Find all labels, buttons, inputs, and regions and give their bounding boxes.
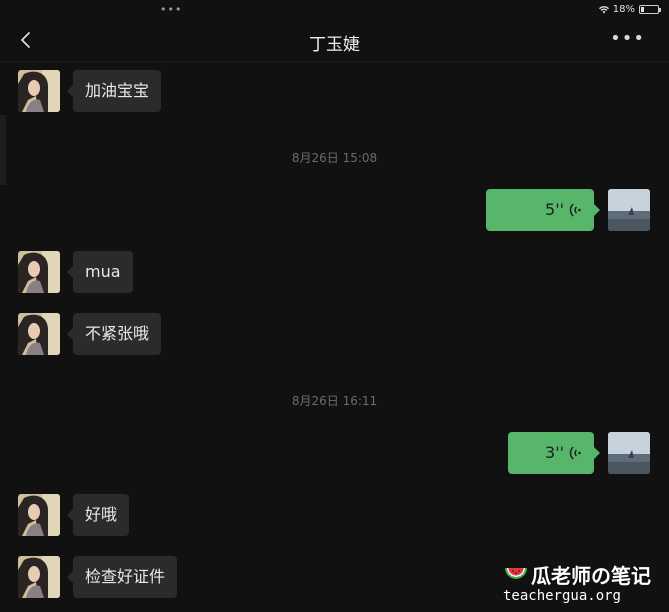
watermark-title: 瓜老师の笔记: [531, 564, 651, 588]
contact-avatar[interactable]: [18, 556, 60, 598]
incoming-message: 加油宝宝: [0, 70, 669, 112]
my-avatar[interactable]: [608, 432, 650, 474]
battery-percent: 18%: [612, 4, 635, 15]
outgoing-message: 5'': [0, 189, 669, 231]
contact-avatar[interactable]: [18, 313, 60, 355]
more-dots-icon[interactable]: •••: [610, 28, 645, 49]
wifi-icon: [598, 5, 609, 13]
voice-wave-icon: [569, 203, 581, 217]
voice-duration: 3'': [545, 443, 564, 462]
chat-header: 丁玉婕 •••: [0, 20, 669, 62]
incoming-message: mua: [0, 251, 669, 293]
multitask-dots[interactable]: •••: [160, 3, 182, 16]
incoming-message: 不紧张哦: [0, 313, 669, 355]
voice-wave-icon: [569, 446, 581, 460]
voice-duration: 5'': [545, 200, 564, 219]
voice-message-bubble[interactable]: 5'': [486, 189, 600, 231]
message-bubble[interactable]: 不紧张哦: [66, 313, 162, 355]
battery-icon: [639, 5, 661, 14]
watermelon-icon: [505, 567, 527, 579]
watermark-title-row: 瓜老师の笔记: [504, 560, 651, 589]
contact-avatar[interactable]: [18, 70, 60, 112]
voice-message-bubble[interactable]: 3'': [508, 432, 600, 474]
message-bubble[interactable]: 检查好证件: [66, 556, 178, 598]
message-bubble[interactable]: 好哦: [66, 494, 130, 536]
message-timestamp: 8月26日 15:08: [291, 151, 378, 165]
my-avatar[interactable]: [608, 189, 650, 231]
contact-avatar[interactable]: [18, 251, 60, 293]
status-indicators: 18%: [598, 4, 661, 15]
message-list[interactable]: 加油宝宝 8月26日 15:08 5'' mua 不紧张哦 8月26日 16:11 3'' 好…: [0, 62, 669, 612]
contact-avatar[interactable]: [18, 494, 60, 536]
message-bubble[interactable]: mua: [67, 251, 133, 293]
watermark: 瓜老师の笔记 teachergua.org: [481, 560, 651, 608]
outgoing-message: 3'': [0, 432, 669, 474]
battery-level: [641, 7, 644, 12]
watermark-url: teachergua.org: [502, 588, 621, 604]
message-timestamp: 8月26日 16:11: [291, 394, 378, 408]
status-bar: ••• 18%: [0, 0, 669, 20]
chat-title: 丁玉婕: [309, 35, 360, 55]
incoming-message: 好哦: [0, 494, 669, 536]
message-bubble[interactable]: 加油宝宝: [66, 70, 162, 112]
